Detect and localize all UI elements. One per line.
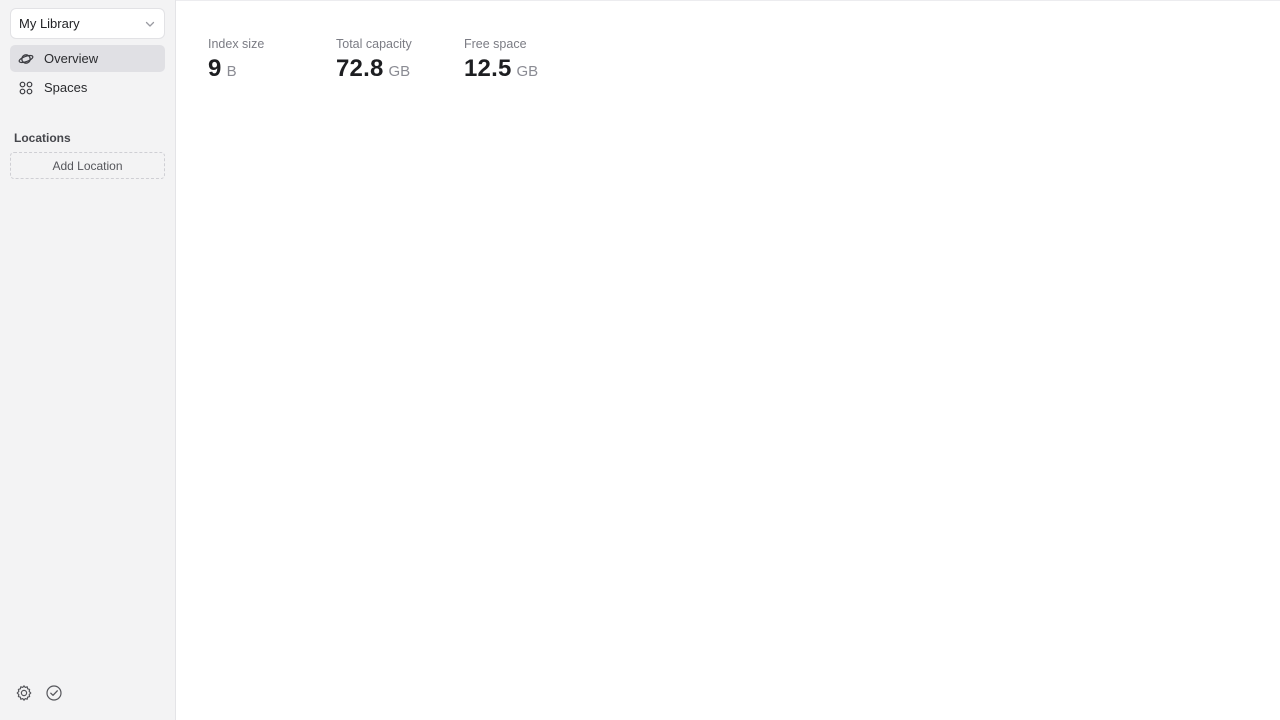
stats-row: Index size 9 B Total capacity 72.8 GB Fr… — [208, 37, 592, 83]
sidebar-item-spaces[interactable]: Spaces — [10, 74, 165, 101]
stat-unit: GB — [516, 63, 539, 80]
app-window: My Library Overview Spaces Locations Add… — [0, 0, 1280, 720]
grid-icon — [18, 80, 34, 96]
sidebar-nav: Overview Spaces — [10, 45, 165, 101]
sidebar-footer — [15, 684, 63, 702]
sidebar-item-label: Overview — [44, 51, 99, 66]
stat-value: 72.8 GB — [336, 55, 464, 83]
stat-value: 9 B — [208, 55, 336, 83]
sidebar-item-overview[interactable]: Overview — [10, 45, 165, 72]
stat-unit: B — [226, 63, 237, 80]
stat-value: 12.5 GB — [464, 55, 592, 83]
stat-label: Total capacity — [336, 37, 412, 51]
chevron-down-icon — [144, 18, 156, 30]
stat-unit: GB — [388, 63, 411, 80]
locations-section-title: Locations — [14, 131, 71, 145]
main-content: Index size 9 B Total capacity 72.8 GB Fr… — [176, 0, 1280, 720]
planet-icon — [18, 51, 34, 67]
stat-number: 72.8 — [336, 55, 384, 82]
sidebar: My Library Overview Spaces Locations Add… — [0, 0, 176, 720]
check-circle-icon[interactable] — [45, 684, 63, 702]
stat-index-size: Index size 9 B — [208, 37, 336, 83]
library-select-label: My Library — [19, 16, 80, 31]
stat-total-capacity: Total capacity 72.8 GB — [336, 37, 464, 83]
gear-icon[interactable] — [15, 684, 33, 702]
library-select[interactable]: My Library — [10, 8, 165, 39]
add-location-button[interactable]: Add Location — [10, 152, 165, 179]
stat-free-space: Free space 12.5 GB — [464, 37, 592, 83]
stat-label: Index size — [208, 37, 265, 51]
stat-number: 9 — [208, 55, 222, 82]
stat-number: 12.5 — [464, 55, 512, 82]
stat-label: Free space — [464, 37, 527, 51]
sidebar-item-label: Spaces — [44, 80, 88, 95]
